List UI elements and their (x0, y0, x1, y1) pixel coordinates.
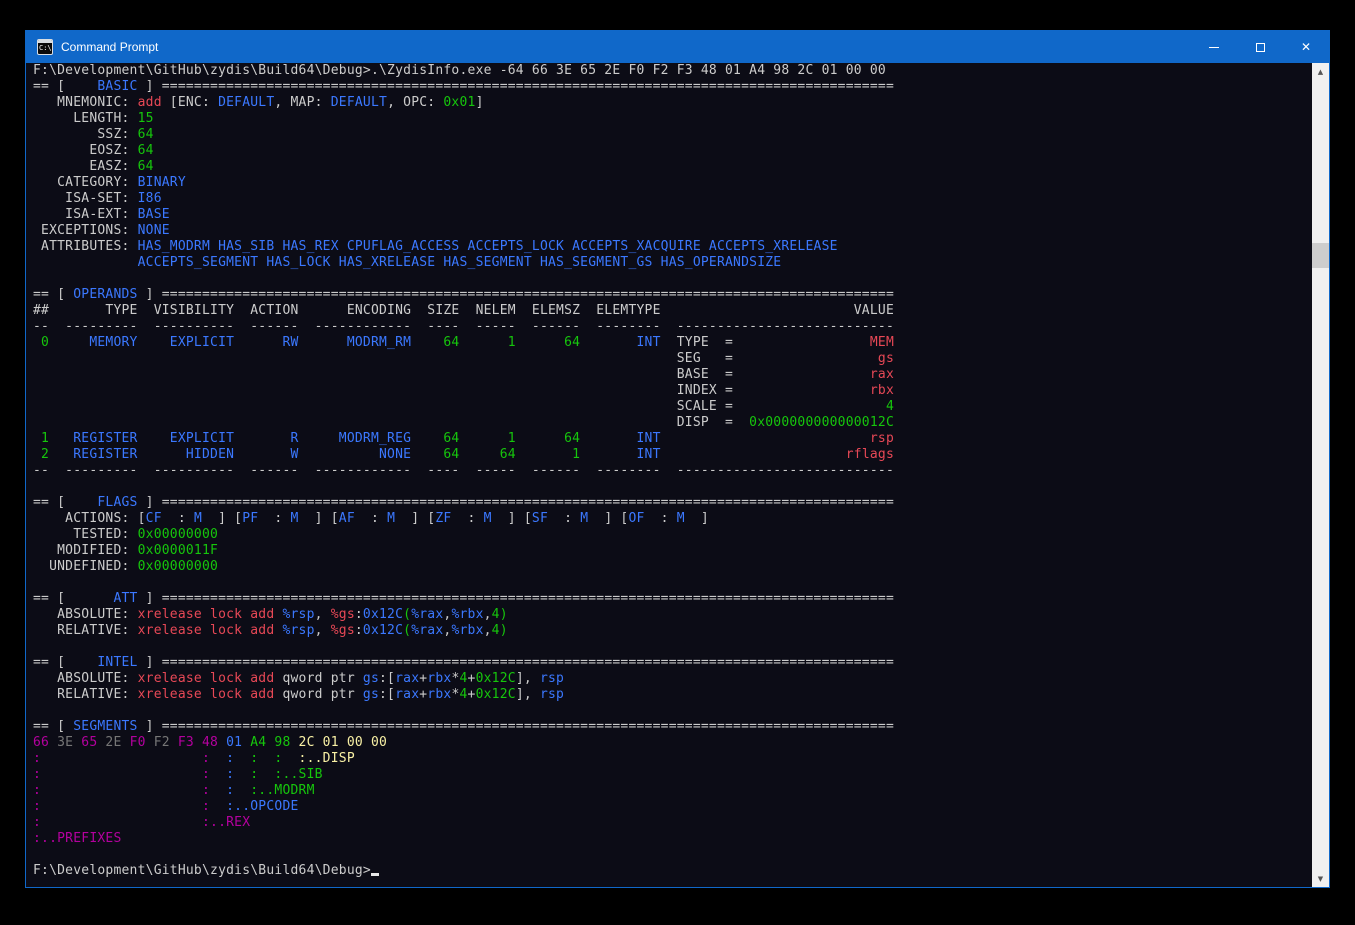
console-line: ACCEPTS_SEGMENT HAS_LOCK HAS_XRELEASE HA… (33, 255, 1312, 271)
scroll-up-icon: ▲ (1318, 68, 1323, 76)
cmd-icon-strip (38, 40, 52, 43)
maximize-button[interactable] (1237, 31, 1283, 63)
minimize-icon (1209, 47, 1219, 48)
console-line: 66 3E 65 2E F0 F2 F3 48 01 A4 98 2C 01 0… (33, 735, 1312, 751)
console-line (33, 847, 1312, 863)
console-line: RELATIVE: xrelease lock add qword ptr gs… (33, 687, 1312, 703)
window-controls: ✕ (1191, 31, 1329, 63)
console-line: -- --------- ---------- ------ ---------… (33, 319, 1312, 335)
scroll-down-button[interactable]: ▼ (1312, 870, 1329, 887)
scroll-up-button[interactable]: ▲ (1312, 63, 1329, 80)
console-line: ABSOLUTE: xrelease lock add %rsp, %gs:0x… (33, 607, 1312, 623)
console-line (33, 271, 1312, 287)
console-line: ABSOLUTE: xrelease lock add qword ptr gs… (33, 671, 1312, 687)
scrollbar[interactable]: ▲ ▼ (1312, 63, 1329, 887)
console-line: 2 REGISTER HIDDEN W NONE 64 64 1 INT rfl… (33, 447, 1312, 463)
window-title: Command Prompt (61, 40, 158, 54)
console-line: == [ ATT ] =============================… (33, 591, 1312, 607)
close-icon: ✕ (1301, 41, 1311, 53)
console-line: SEG = gs (33, 351, 1312, 367)
console-line (33, 575, 1312, 591)
console-line: ACTIONS: [CF : M ] [PF : M ] [AF : M ] [… (33, 511, 1312, 527)
console-line: EXCEPTIONS: NONE (33, 223, 1312, 239)
title-bar[interactable]: C:\ Command Prompt ✕ (26, 31, 1329, 63)
console-line: DISP = 0x000000000000012C (33, 415, 1312, 431)
console-line: LENGTH: 15 (33, 111, 1312, 127)
desktop: { "window": { "title": "Command Prompt",… (0, 0, 1355, 925)
minimize-button[interactable] (1191, 31, 1237, 63)
console-line: EASZ: 64 (33, 159, 1312, 175)
console-line: 0 MEMORY EXPLICIT RW MODRM_RM 64 1 64 IN… (33, 335, 1312, 351)
console-line: 1 REGISTER EXPLICIT R MODRM_REG 64 1 64 … (33, 431, 1312, 447)
console-line: : :..REX (33, 815, 1312, 831)
console-line (33, 639, 1312, 655)
console-line: CATEGORY: BINARY (33, 175, 1312, 191)
console-line: : : : :..MODRM (33, 783, 1312, 799)
console-line: INDEX = rbx (33, 383, 1312, 399)
console-line (33, 479, 1312, 495)
console-line: ISA-SET: I86 (33, 191, 1312, 207)
text-cursor (371, 873, 379, 876)
console-line (33, 703, 1312, 719)
console-line: == [ OPERANDS ] ========================… (33, 287, 1312, 303)
console-line: SCALE = 4 (33, 399, 1312, 415)
console-line: ## TYPE VISIBILITY ACTION ENCODING SIZE … (33, 303, 1312, 319)
console-line: : : :..OPCODE (33, 799, 1312, 815)
console-line: TESTED: 0x00000000 (33, 527, 1312, 543)
console-line: RELATIVE: xrelease lock add %rsp, %gs:0x… (33, 623, 1312, 639)
console-viewport[interactable]: F:\Development\GitHub\zydis\Build64\Debu… (26, 63, 1329, 887)
console-line: UNDEFINED: 0x00000000 (33, 559, 1312, 575)
console-line: :..PREFIXES (33, 831, 1312, 847)
console-line: EOSZ: 64 (33, 143, 1312, 159)
console-line: : : : : : :..DISP (33, 751, 1312, 767)
command-prompt-window: C:\ Command Prompt ✕ F:\Development\GitH… (25, 30, 1330, 888)
console-line: : : : : :..SIB (33, 767, 1312, 783)
console-line: == [ INTEL ] ===========================… (33, 655, 1312, 671)
console-line: ATTRIBUTES: HAS_MODRM HAS_SIB HAS_REX CP… (33, 239, 1312, 255)
console-output: F:\Development\GitHub\zydis\Build64\Debu… (26, 63, 1312, 887)
scroll-down-icon: ▼ (1318, 875, 1323, 883)
close-button[interactable]: ✕ (1283, 31, 1329, 63)
console-line: == [ BASIC ] ===========================… (33, 79, 1312, 95)
console-line: MNEMONIC: add [ENC: DEFAULT, MAP: DEFAUL… (33, 95, 1312, 111)
cmd-icon: C:\ (37, 39, 53, 55)
console-line: MODIFIED: 0x0000011F (33, 543, 1312, 559)
console-line: SSZ: 64 (33, 127, 1312, 143)
console-line: F:\Development\GitHub\zydis\Build64\Debu… (33, 863, 1312, 879)
console-line: BASE = rax (33, 367, 1312, 383)
console-line: -- --------- ---------- ------ ---------… (33, 463, 1312, 479)
console-line: == [ SEGMENTS ] ========================… (33, 719, 1312, 735)
scrollbar-thumb[interactable] (1312, 243, 1329, 268)
maximize-icon (1256, 43, 1265, 52)
console-line: == [ FLAGS ] ===========================… (33, 495, 1312, 511)
console-line: ISA-EXT: BASE (33, 207, 1312, 223)
cmd-icon-text: C:\ (39, 44, 52, 52)
console-line: F:\Development\GitHub\zydis\Build64\Debu… (33, 63, 1312, 79)
